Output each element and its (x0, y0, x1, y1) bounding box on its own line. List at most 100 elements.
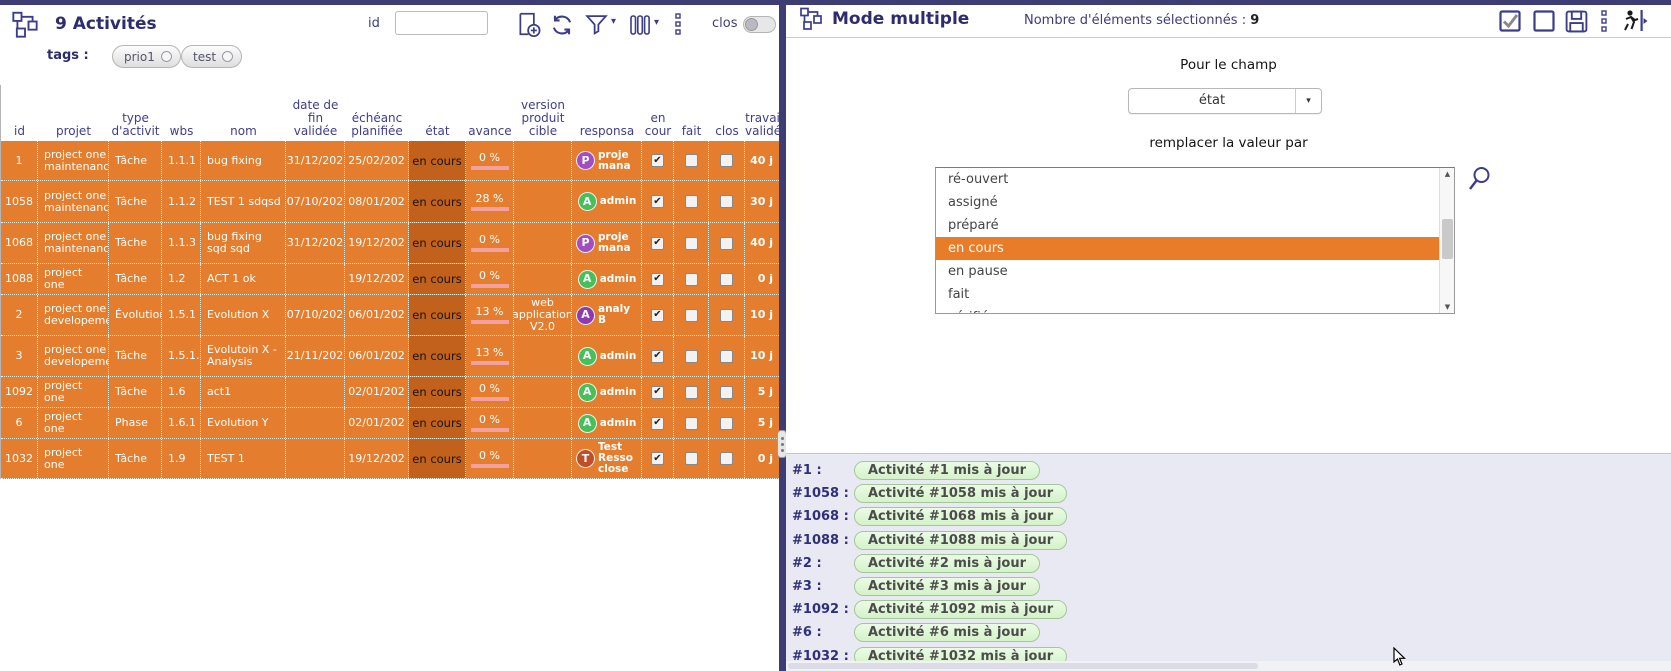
column-header-etat[interactable]: état (409, 125, 466, 141)
tag-toggle-icon[interactable] (222, 51, 233, 62)
filter-button[interactable]: ▾ (584, 12, 616, 37)
fait-checkbox[interactable] (685, 195, 698, 208)
column-header-version[interactable]: version produit cible (514, 99, 572, 141)
fait-checkbox[interactable] (685, 452, 698, 465)
en-cours-checkbox[interactable]: ✔ (651, 350, 664, 363)
filter-caret-icon[interactable]: ▾ (611, 16, 616, 27)
column-header-id[interactable]: id (1, 125, 38, 141)
fait-cell (674, 336, 709, 376)
field-select-caret-icon[interactable]: ▾ (1295, 89, 1321, 113)
clos-checkbox[interactable] (720, 417, 733, 430)
scroll-down-icon[interactable]: ▼ (1440, 301, 1455, 313)
columns-caret-icon[interactable]: ▾ (654, 17, 659, 28)
column-header-avance[interactable]: avance (466, 125, 514, 141)
cell-projet: project one (38, 377, 109, 407)
clos-toggle[interactable] (743, 16, 776, 33)
more-options-button-right[interactable] (1600, 9, 1608, 33)
clos-checkbox[interactable] (720, 309, 733, 322)
table-row[interactable]: 2project one - developementÉvolution1.5.… (1, 295, 779, 336)
clos-checkbox[interactable] (720, 452, 733, 465)
listbox-option[interactable]: vérifié (936, 306, 1439, 314)
fait-checkbox[interactable] (685, 386, 698, 399)
listbox-scrollbar[interactable]: ▲ ▼ (1439, 168, 1454, 313)
field-select-value[interactable]: état (1129, 89, 1295, 113)
en-cours-cell: ✔ (642, 439, 674, 478)
add-note-button[interactable] (516, 11, 542, 38)
column-header-echeance[interactable]: échéanc planifiée (345, 112, 409, 141)
search-icon[interactable] (1466, 165, 1493, 193)
column-header-resp[interactable]: responsa (572, 125, 642, 141)
listbox-option[interactable]: assigné (936, 191, 1439, 214)
table-row[interactable]: 1032project oneTâche1.9TEST 119/12/202en… (1, 439, 779, 479)
en-cours-checkbox[interactable]: ✔ (651, 309, 664, 322)
en-cours-checkbox[interactable]: ✔ (651, 452, 664, 465)
tag-pill[interactable]: prio1 (112, 45, 181, 68)
tag-toggle-icon[interactable] (161, 51, 172, 62)
fait-checkbox[interactable] (685, 350, 698, 363)
clos-checkbox[interactable] (720, 237, 733, 250)
horizontal-scrollbar[interactable] (786, 661, 1671, 671)
more-options-button[interactable] (674, 13, 682, 35)
field-select[interactable]: état ▾ (1128, 88, 1322, 114)
clos-checkbox[interactable] (720, 154, 733, 167)
cell-responsable: Aanaly B (572, 295, 642, 335)
id-filter-input[interactable] (395, 11, 488, 35)
en-cours-checkbox[interactable]: ✔ (651, 154, 664, 167)
en-cours-checkbox[interactable]: ✔ (651, 386, 664, 399)
responsable-avatar: A (578, 347, 597, 366)
cell-avance: 13 % (466, 295, 514, 335)
column-header-en_cours[interactable]: en cour (642, 112, 674, 141)
responsable-name: admin (600, 196, 637, 207)
save-button[interactable] (1564, 9, 1589, 34)
en-cours-checkbox[interactable]: ✔ (651, 417, 664, 430)
table-row[interactable]: 1088project oneTâche1.2ACT 1 ok19/12/202… (1, 264, 779, 295)
clos-checkbox[interactable] (720, 273, 733, 286)
column-header-date_fin[interactable]: date de fin validée (286, 99, 345, 141)
refresh-button[interactable] (549, 12, 575, 38)
deselect-all-button[interactable] (1532, 9, 1556, 33)
column-header-wbs[interactable]: wbs (162, 125, 201, 141)
en-cours-checkbox[interactable]: ✔ (651, 237, 664, 250)
table-row[interactable]: 6project onePhase1.6.1Evolution Y02/01/2… (1, 408, 779, 439)
listbox-option[interactable]: en pause (936, 260, 1439, 283)
column-header-type[interactable]: type d'activit (109, 112, 162, 141)
listbox-option[interactable]: fait (936, 283, 1439, 306)
clos-checkbox[interactable] (720, 386, 733, 399)
fait-checkbox[interactable] (685, 237, 698, 250)
scroll-up-icon[interactable]: ▲ (1440, 168, 1455, 180)
table-row[interactable]: 1092project oneTâche1.6act102/01/202en c… (1, 377, 779, 408)
columns-button[interactable]: ▾ (628, 13, 659, 37)
column-header-travail[interactable]: travai validé (745, 112, 780, 141)
listbox-option[interactable]: ré-ouvert (936, 168, 1439, 191)
column-header-clos[interactable]: clos (709, 125, 745, 141)
exit-multiple-mode-button[interactable] (1620, 8, 1648, 34)
cell-echeance: 19/12/202 (345, 264, 409, 294)
clos-checkbox[interactable] (720, 350, 733, 363)
table-row[interactable]: 1068project one - maintenanceTâche1.1.3b… (1, 223, 779, 264)
table-row[interactable]: 3project one - developementTâche1.5.1.Ev… (1, 336, 779, 377)
result-row: #1068 :Activité #1068 mis à jour (792, 505, 1671, 528)
fait-checkbox[interactable] (685, 309, 698, 322)
table-row[interactable]: 1058project one - maintenanceTâche1.1.2T… (1, 181, 779, 223)
select-all-button[interactable] (1498, 9, 1522, 33)
listbox-option[interactable]: préparé (936, 214, 1439, 237)
column-header-projet[interactable]: projet (38, 125, 109, 141)
column-header-fait[interactable]: fait (674, 125, 709, 141)
fait-checkbox[interactable] (685, 417, 698, 430)
fait-checkbox[interactable] (685, 154, 698, 167)
en-cours-checkbox[interactable]: ✔ (651, 195, 664, 208)
listbox-scrollbar-thumb[interactable] (1442, 219, 1453, 259)
en-cours-checkbox[interactable]: ✔ (651, 273, 664, 286)
cell-travail-valide: 5 j (745, 408, 780, 438)
column-header-nom[interactable]: nom (201, 125, 286, 141)
horizontal-scrollbar-thumb[interactable] (788, 663, 1258, 669)
tag-pill[interactable]: test (181, 45, 242, 68)
listbox-option[interactable]: en cours (936, 237, 1439, 260)
table-row[interactable]: 1project one - maintenanceTâche1.1.1bug … (1, 141, 779, 181)
result-status-pill: Activité #1 mis à jour (854, 461, 1040, 480)
cell-avance: 0 % (466, 439, 514, 478)
avance-progressbar (471, 464, 509, 468)
avance-progressbar (471, 320, 509, 324)
clos-checkbox[interactable] (720, 195, 733, 208)
fait-checkbox[interactable] (685, 273, 698, 286)
